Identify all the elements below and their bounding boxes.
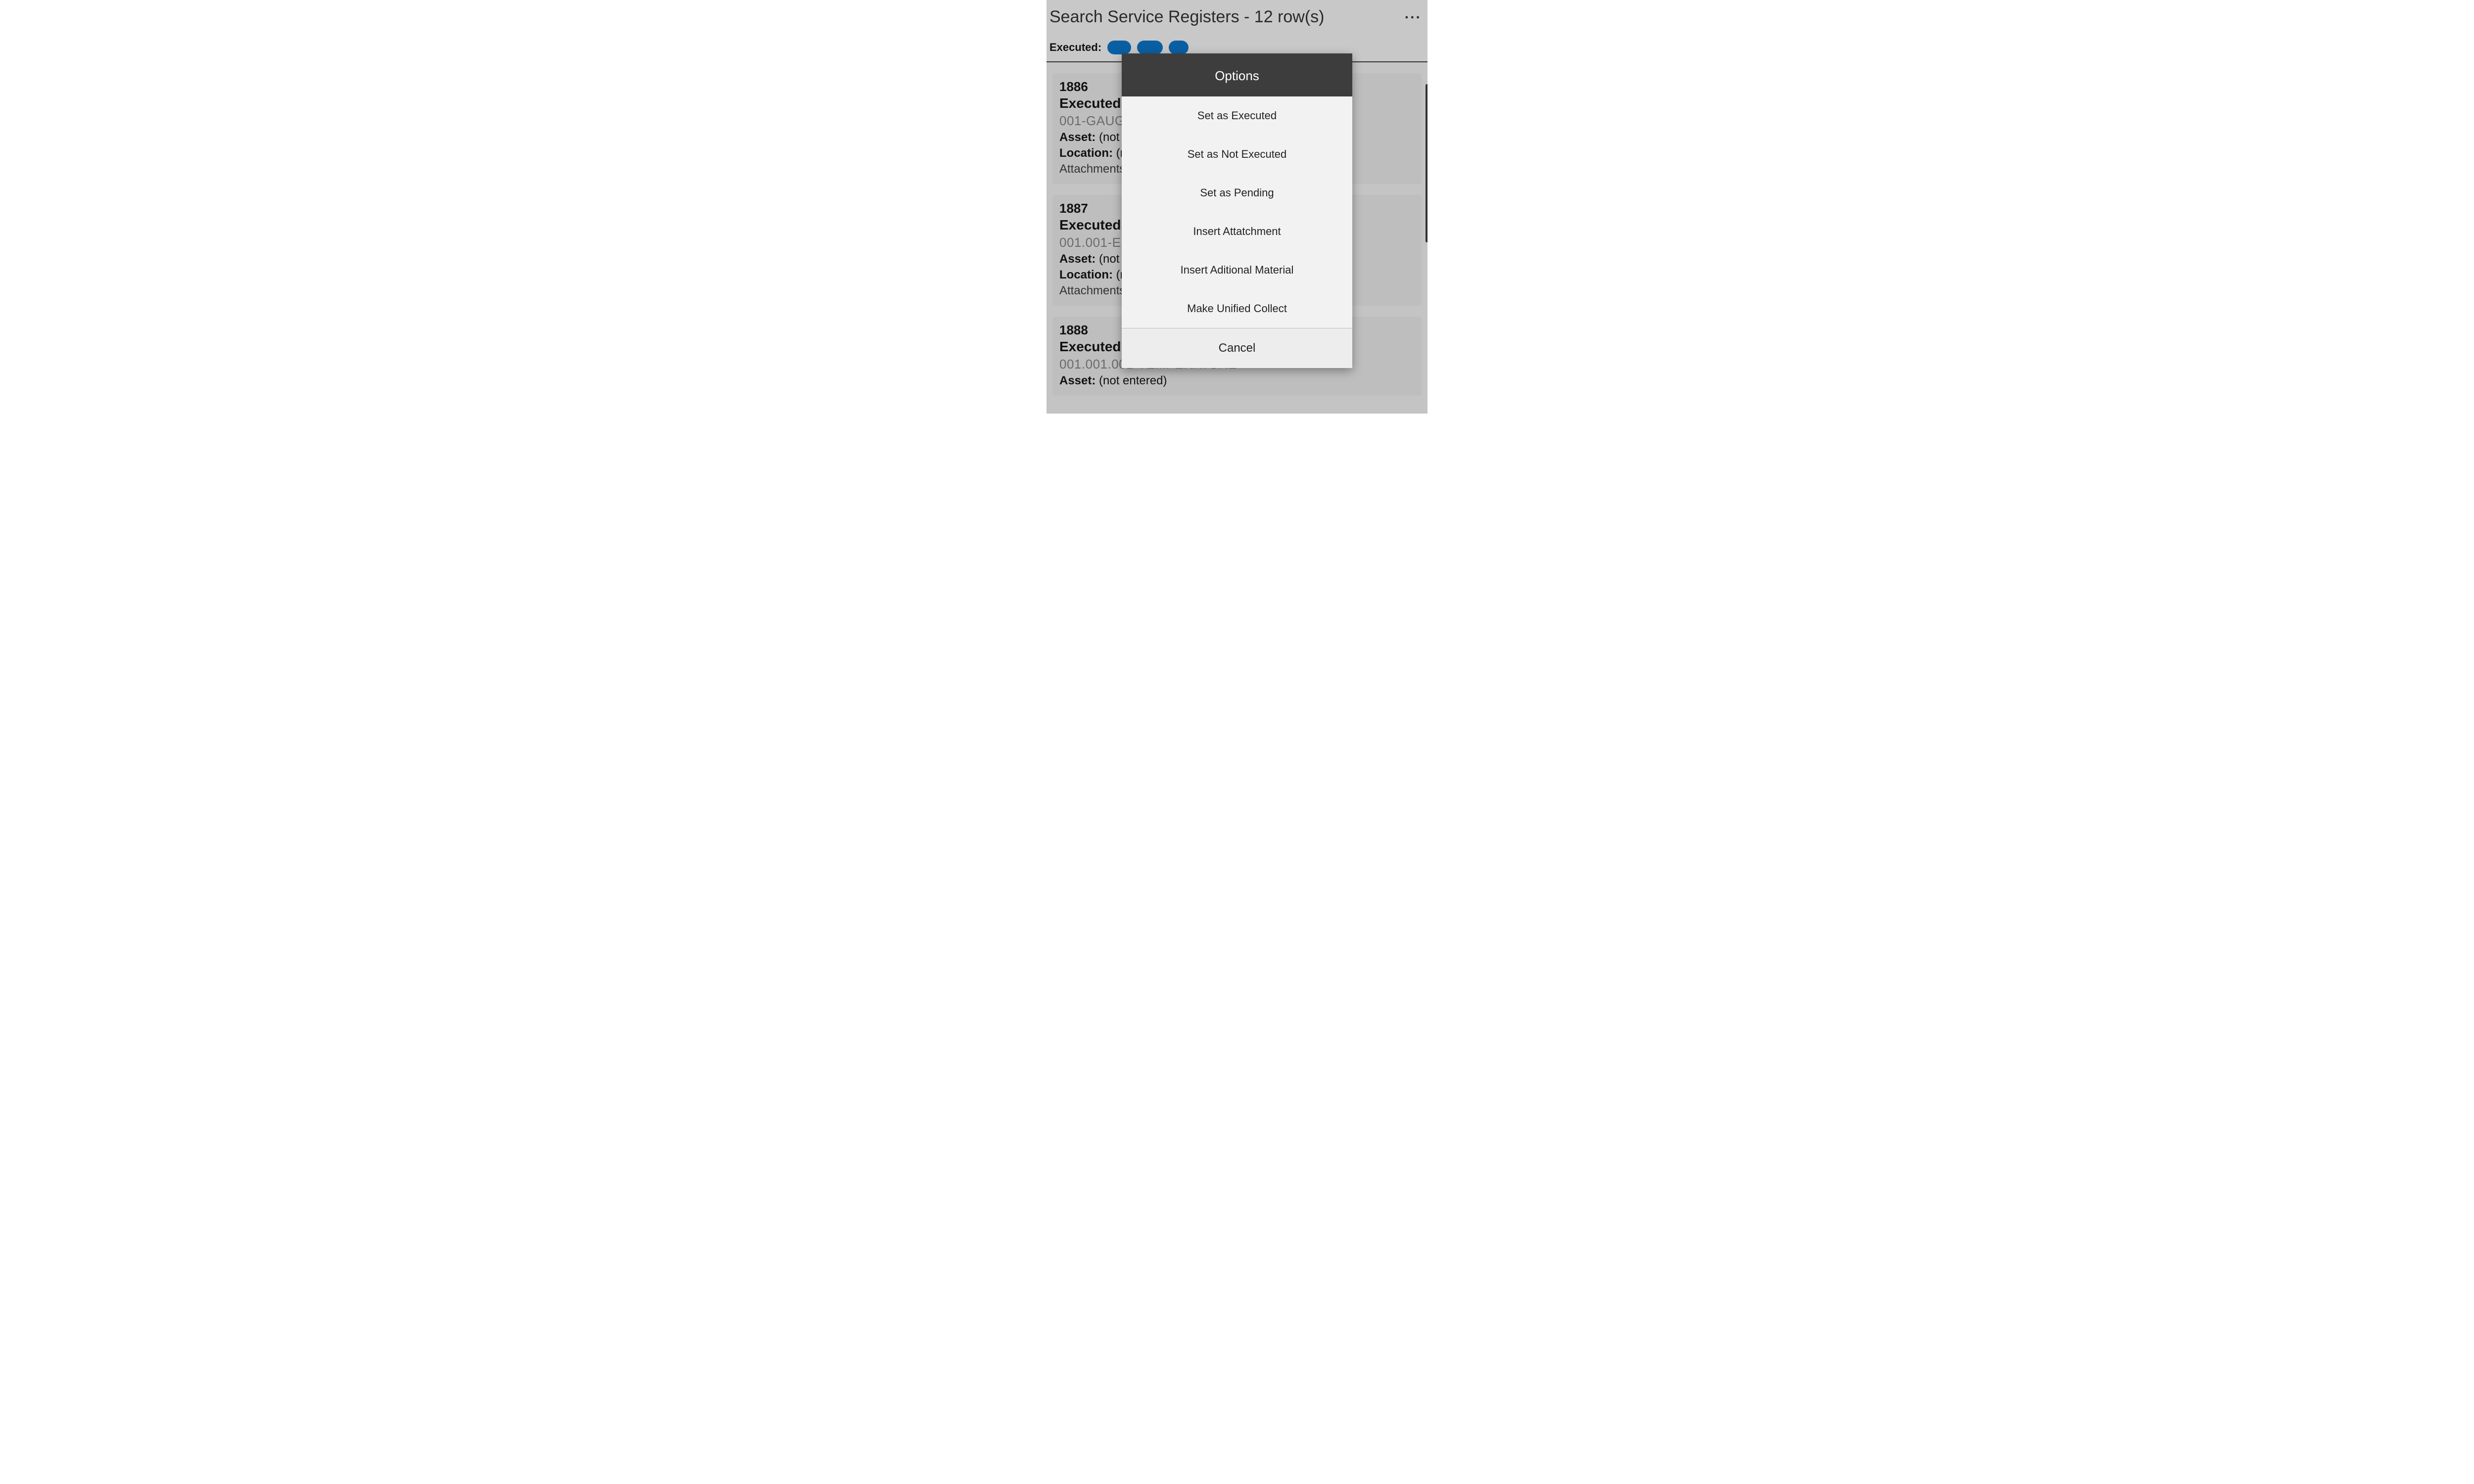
card-asset-value: (not entered) (1095, 374, 1167, 387)
card-asset-label: Asset: (1059, 374, 1095, 387)
card-asset-row: Asset: (not entered) (1059, 374, 1415, 388)
page-header: Search Service Registers - 12 row(s) ··· (1047, 0, 1427, 37)
card-location-label: Location: (1059, 146, 1113, 160)
scrollbar[interactable] (1426, 84, 1427, 242)
more-icon[interactable]: ··· (1405, 9, 1422, 25)
card-asset-label: Asset: (1059, 131, 1095, 144)
filter-pill-2[interactable] (1137, 41, 1163, 54)
option-insert-additional-material[interactable]: Insert Aditional Material (1122, 251, 1352, 289)
option-insert-attachment[interactable]: Insert Attatchment (1122, 212, 1352, 251)
option-set-not-executed[interactable]: Set as Not Executed (1122, 135, 1352, 174)
options-modal: Options Set as Executed Set as Not Execu… (1122, 53, 1352, 368)
app-frame: Search Service Registers - 12 row(s) ···… (1047, 0, 1427, 414)
cancel-button[interactable]: Cancel (1122, 328, 1352, 368)
page-title: Search Service Registers - 12 row(s) (1049, 7, 1325, 27)
card-location-label: Location: (1059, 268, 1113, 281)
modal-title: Options (1122, 53, 1352, 96)
card-asset-label: Asset: (1059, 252, 1095, 266)
filter-pill-3[interactable] (1169, 41, 1189, 54)
option-make-unified-collect[interactable]: Make Unified Collect (1122, 289, 1352, 328)
option-set-pending[interactable]: Set as Pending (1122, 174, 1352, 212)
filter-pill-1[interactable] (1107, 41, 1131, 54)
filter-label: Executed: (1049, 41, 1101, 54)
option-set-executed[interactable]: Set as Executed (1122, 96, 1352, 135)
